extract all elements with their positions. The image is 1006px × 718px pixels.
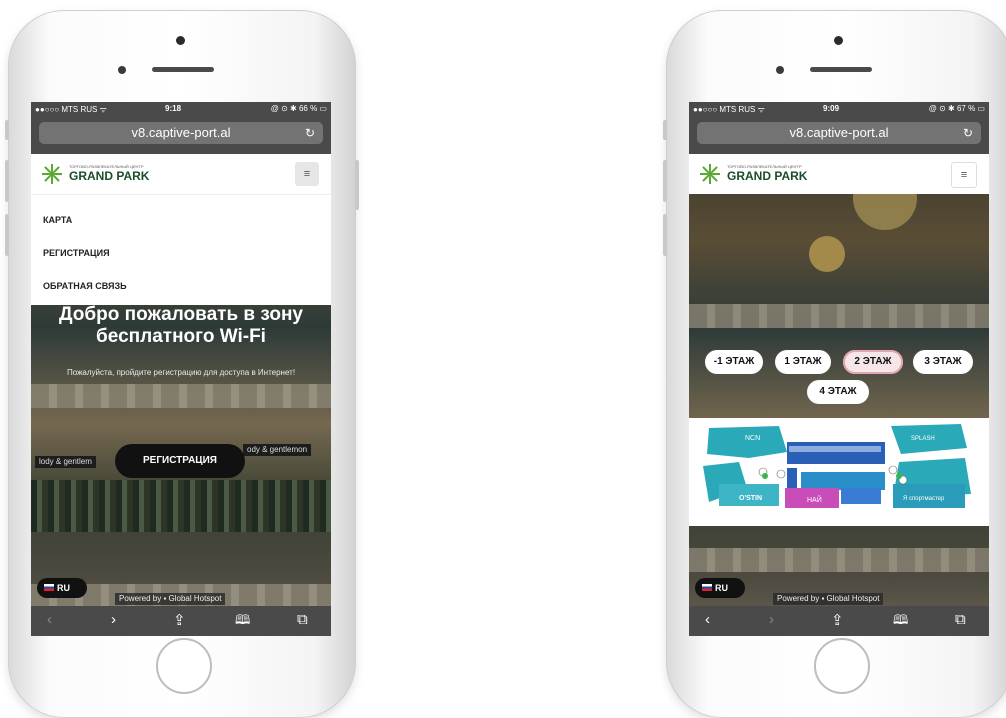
earpiece-speaker xyxy=(810,67,872,72)
site-header: ТОРГОВО-РАЗВЛЕКАТЕЛЬНЫЙ ЦЕНТР GRAND PARK… xyxy=(689,154,989,194)
logo-name: GRAND PARK xyxy=(727,169,808,183)
home-button[interactable] xyxy=(814,638,870,694)
volume-up-button xyxy=(663,160,667,202)
language-label: RU xyxy=(57,583,70,593)
phone-mockup-right: ●●○○○ MTS RUS ᯤ 9:09 @ ⊙ ✱ 67 % ▭ v8.cap… xyxy=(663,10,1006,718)
store-sign: ody & gentlemon xyxy=(243,444,312,456)
power-button xyxy=(355,160,359,210)
russia-flag-icon xyxy=(702,584,712,591)
floor-plan-image: NCN SPLASH O'STIN НАЙ Я спортмастер xyxy=(703,424,971,508)
url-text: v8.captive-port.al xyxy=(131,125,231,140)
back-arrow-icon[interactable]: ‹ xyxy=(705,611,710,628)
language-selector[interactable]: RU xyxy=(695,578,745,598)
status-bar: ●●○○○ MTS RUS ᯤ 9:18 @ ⊙ ✱ 66 % ▭ xyxy=(31,102,331,116)
volume-down-button xyxy=(5,214,9,256)
front-camera xyxy=(176,36,185,45)
share-icon[interactable]: ⇪ xyxy=(831,611,844,629)
powered-by-label: Powered by ▪ Global Hotspot xyxy=(115,593,226,605)
site-header: ТОРГОВО-РАЗВЛЕКАТЕЛЬНЫЙ ЦЕНТР GRAND PARK… xyxy=(31,154,331,194)
volume-down-button xyxy=(663,214,667,256)
menu-item-feedback[interactable]: ОБРАТНАЯ СВЯЗЬ xyxy=(43,281,127,291)
balcony-railing xyxy=(689,304,989,328)
hamburger-icon: ≡ xyxy=(303,168,311,180)
map-label-splash: SPLASH xyxy=(911,436,935,442)
grand-park-logo-icon xyxy=(42,164,62,184)
map-label-ncn: NCN xyxy=(745,435,760,442)
grand-park-logo-icon xyxy=(700,164,720,184)
forward-arrow-icon[interactable]: › xyxy=(769,611,774,628)
forward-arrow-icon[interactable]: › xyxy=(111,611,116,628)
browser-address-bar: v8.captive-port.al ↻ xyxy=(689,116,989,154)
menu-item-map[interactable]: КАРТА xyxy=(43,215,72,225)
browser-toolbar: ‹ › ⇪ 🕮 ⧉ xyxy=(689,606,989,636)
earpiece-speaker xyxy=(152,67,214,72)
logo-name: GRAND PARK xyxy=(69,169,150,183)
reload-icon[interactable]: ↻ xyxy=(963,122,973,144)
hamburger-icon: ≡ xyxy=(960,169,968,181)
welcome-subtitle: Пожалуйста, пройдите регистрацию для дос… xyxy=(66,368,296,377)
powered-by-label: Powered by ▪ Global Hotspot xyxy=(773,593,884,605)
back-arrow-icon[interactable]: ‹ xyxy=(47,611,52,628)
map-label-nay: НАЙ xyxy=(807,495,822,504)
status-time: 9:09 xyxy=(823,104,840,113)
browser-address-bar: v8.captive-port.al ↻ xyxy=(31,116,331,154)
screen: ●●○○○ MTS RUS ᯤ 9:09 @ ⊙ ✱ 67 % ▭ v8.cap… xyxy=(689,102,989,636)
floor-button-3[interactable]: 3 ЭТАЖ xyxy=(913,350,973,374)
welcome-heading: Добро пожаловать в зону бесплатного Wi-F… xyxy=(59,304,303,347)
floor-button-1[interactable]: 1 ЭТАЖ xyxy=(775,350,831,374)
status-time: 9:18 xyxy=(165,104,182,113)
balcony-railing xyxy=(689,548,989,572)
phone-mockup-left: ●●○○○ MTS RUS ᯤ 9:18 @ ⊙ ✱ 66 % ▭ v8.cap… xyxy=(5,10,359,718)
floor-button-minus-1[interactable]: -1 ЭТАЖ xyxy=(705,350,763,374)
russia-flag-icon xyxy=(44,584,54,591)
bookmarks-icon[interactable]: 🕮 xyxy=(235,611,250,633)
proximity-sensor xyxy=(776,66,784,74)
carrier-signal: ●●○○○ MTS RUS ᯤ xyxy=(693,105,765,114)
volume-up-button xyxy=(5,160,9,202)
tabs-icon[interactable]: ⧉ xyxy=(955,611,966,628)
url-field[interactable]: v8.captive-port.al ↻ xyxy=(697,122,981,144)
reload-icon[interactable]: ↻ xyxy=(305,122,315,144)
balcony-railing xyxy=(31,384,331,408)
floor-button-4[interactable]: 4 ЭТАЖ xyxy=(807,380,869,404)
menu-item-registration[interactable]: РЕГИСТРАЦИЯ xyxy=(43,248,110,258)
url-field[interactable]: v8.captive-port.al ↻ xyxy=(39,122,323,144)
browser-toolbar: ‹ › ⇪ 🕮 ⧉ xyxy=(31,606,331,636)
store-sign: lody & gentlem xyxy=(35,456,96,468)
mute-switch xyxy=(5,120,9,140)
proximity-sensor xyxy=(118,66,126,74)
floor-button-2[interactable]: 2 ЭТАЖ xyxy=(843,350,903,374)
map-label-sportmaster: Я спортмастер xyxy=(903,496,945,502)
crowd-image xyxy=(31,480,331,532)
status-bar: ●●○○○ MTS RUS ᯤ 9:09 @ ⊙ ✱ 67 % ▭ xyxy=(689,102,989,116)
language-label: RU xyxy=(715,583,728,593)
register-button[interactable]: РЕГИСТРАЦИЯ xyxy=(115,444,245,478)
tabs-icon[interactable]: ⧉ xyxy=(297,611,308,628)
menu-toggle-button[interactable]: ≡ xyxy=(951,162,977,188)
share-icon[interactable]: ⇪ xyxy=(173,611,186,629)
url-text: v8.captive-port.al xyxy=(789,125,889,140)
screen: ●●○○○ MTS RUS ᯤ 9:18 @ ⊙ ✱ 66 % ▭ v8.cap… xyxy=(31,102,331,636)
bookmarks-icon[interactable]: 🕮 xyxy=(893,611,908,633)
front-camera xyxy=(834,36,843,45)
nav-menu: КАРТА РЕГИСТРАЦИЯ ОБРАТНАЯ СВЯЗЬ xyxy=(31,194,331,305)
floor-map[interactable]: NCN SPLASH O'STIN НАЙ Я спортмастер xyxy=(689,418,989,526)
menu-toggle-button[interactable]: ≡ xyxy=(295,162,319,186)
home-button[interactable] xyxy=(156,638,212,694)
mute-switch xyxy=(663,120,667,140)
carrier-signal: ●●○○○ MTS RUS ᯤ xyxy=(35,105,107,114)
language-selector[interactable]: RU xyxy=(37,578,87,598)
map-label-ostin: O'STIN xyxy=(739,495,762,502)
battery-status: @ ⊙ ✱ 67 % ▭ xyxy=(928,104,985,113)
battery-status: @ ⊙ ✱ 66 % ▭ xyxy=(270,104,327,113)
